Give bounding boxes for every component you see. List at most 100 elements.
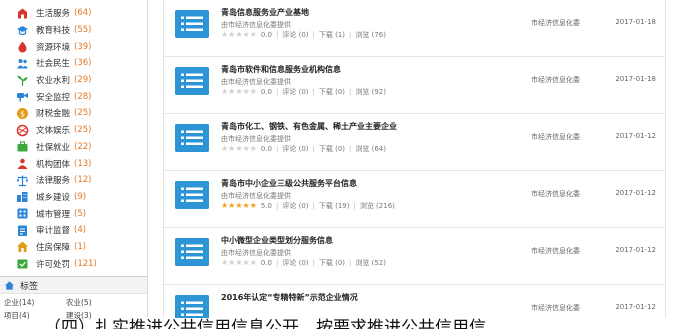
dataset-date: 2017-01-12 [615, 132, 656, 140]
dataset-source: 由市经济信息化委提供 [221, 192, 291, 200]
star-icon: ★ [235, 87, 243, 96]
category-count: (5) [74, 208, 87, 219]
view-count: 浏览 (92) [355, 88, 386, 96]
dataset-thumbnail-icon[interactable] [175, 124, 209, 152]
category-label: 机构团体 [36, 159, 71, 170]
separator: | [312, 88, 315, 96]
dataset-title-link[interactable]: 2016年认定“专精特新”示范企业情况 [221, 292, 358, 303]
dataset-date: 2017-01-12 [615, 303, 656, 311]
dataset-item[interactable]: 青岛市中小企业三级公共服务平台信息 由市经济信息化委提供 ★ ★ ★ ★ ★ 5.0 | 评论 (… [164, 171, 665, 228]
category-item[interactable]: 法律服务 (12) [0, 172, 147, 189]
separator: | [276, 259, 279, 267]
category-count: (13) [74, 158, 92, 169]
dataset-thumbnail-icon[interactable] [175, 238, 209, 266]
dataset-thumbnail-icon[interactable] [175, 181, 209, 209]
dataset-title-link[interactable]: 青岛市化工、钢铁、有色金属、稀土产业主要企业 [221, 121, 397, 132]
category-item[interactable]: $ 财税金融 (25) [0, 105, 147, 122]
category-item[interactable]: 社保就业 (22) [0, 139, 147, 156]
rating-stars: ★ ★ ★ ★ ★ [221, 259, 257, 267]
category-count: (39) [74, 41, 92, 52]
category-item[interactable]: 城乡建设 (9) [0, 189, 147, 206]
dataset-item[interactable]: 中小微型企业类型划分服务信息 由市经济信息化委提供 ★ ★ ★ ★ ★ 0.0 | 评论 (0) |… [164, 228, 665, 285]
category-item[interactable]: 教育科技 (55) [0, 22, 147, 39]
star-icon: ★ [235, 258, 243, 267]
security-icon [16, 90, 29, 103]
category-label: 审计监督 [36, 226, 71, 237]
star-icon: ★ [221, 258, 229, 267]
license-icon [16, 257, 29, 270]
category-label: 许可处罚 [36, 259, 71, 270]
star-icon: ★ [242, 258, 250, 267]
rating-value: 0.0 [260, 31, 272, 39]
category-item[interactable]: 机构团体 (13) [0, 155, 147, 172]
category-item[interactable]: 资源环境 (39) [0, 38, 147, 55]
dataset-item[interactable]: 青岛市化工、钢铁、有色金属、稀土产业主要企业 由市经济信息化委提供 ★ ★ ★ ★ ★ 0.0… [164, 114, 665, 171]
star-icon: ★ [249, 201, 257, 210]
category-count: (25) [74, 125, 92, 136]
dataset-date: 2017-01-18 [615, 75, 656, 83]
dataset-title-link[interactable]: 青岛信息服务业产业基地 [221, 7, 309, 18]
separator: | [312, 259, 315, 267]
category-label: 财税金融 [36, 109, 71, 120]
category-item[interactable]: 安全监控 (28) [0, 88, 147, 105]
dataset-thumbnail-icon[interactable] [175, 67, 209, 95]
dataset-provider: 市经济信息化委 [531, 133, 580, 141]
dataset-title-link[interactable]: 青岛市软件和信息服务业机构信息 [221, 64, 341, 75]
download-count: 下载 (0) [318, 145, 345, 153]
tag-section: 标签 企业(14) 农业(5) 项目(4) 建设(3) [0, 276, 147, 320]
law-icon [16, 174, 29, 187]
star-icon: ★ [228, 87, 236, 96]
dataset-thumbnail-icon[interactable] [175, 295, 209, 318]
category-item[interactable]: 生活服务 (64) [0, 5, 147, 22]
star-icon: ★ [235, 201, 243, 210]
dataset-meta: ★ ★ ★ ★ ★ 0.0 | 评论 (0) | 下载 (1) | 浏览 (76) [221, 30, 386, 40]
star-icon: ★ [242, 30, 250, 39]
category-item[interactable]: 城市管理 (5) [0, 205, 147, 222]
tag-link[interactable]: 农业(5) [66, 297, 128, 308]
category-item[interactable]: 社会民生 (36) [0, 55, 147, 72]
category-item[interactable]: 许可处罚 (121) [0, 255, 147, 272]
dataset-provider: 市经济信息化委 [531, 76, 580, 84]
star-icon: ★ [228, 144, 236, 153]
separator: | [349, 88, 352, 96]
dataset-thumbnail-icon[interactable] [175, 10, 209, 38]
category-item[interactable]: 文体娱乐 (25) [0, 122, 147, 139]
category-item[interactable]: 审计监督 (4) [0, 222, 147, 239]
category-item[interactable]: 住房保障 (1) [0, 239, 147, 256]
society-icon [16, 57, 29, 70]
finance-icon: $ [16, 107, 29, 120]
star-icon: ★ [228, 201, 236, 210]
dataset-item[interactable]: 青岛信息服务业产业基地 由市经济信息化委提供 ★ ★ ★ ★ ★ 0.0 | 评论 (0) | 下载 … [164, 0, 665, 57]
category-item[interactable]: 农业水利 (29) [0, 72, 147, 89]
category-count: (9) [74, 191, 87, 202]
category-list: 生活服务 (64) 教育科技 (55) 资源环境 (39) 社会民生 (36) 农业水利 (29)… [0, 0, 147, 272]
category-label: 安全监控 [36, 92, 71, 103]
comment-count: 评论 (0) [282, 202, 309, 210]
view-count: 浏览 (52) [355, 259, 386, 267]
category-label: 城市管理 [36, 209, 71, 220]
comment-count: 评论 (0) [282, 145, 309, 153]
employment-icon [16, 140, 29, 153]
rating-stars: ★ ★ ★ ★ ★ [221, 145, 257, 153]
dataset-item[interactable]: 2016年认定“专精特新”示范企业情况 市经济信息化委 2017-01-12 [164, 285, 665, 318]
category-label: 城乡建设 [36, 192, 71, 203]
rating-value: 0.0 [260, 88, 272, 96]
dataset-title-link[interactable]: 青岛市中小企业三级公共服务平台信息 [221, 178, 357, 189]
dataset-item[interactable]: 青岛市软件和信息服务业机构信息 由市经济信息化委提供 ★ ★ ★ ★ ★ 0.0 | 评论 (0)… [164, 57, 665, 114]
dataset-source: 由市经济信息化委提供 [221, 21, 291, 29]
category-label: 社保就业 [36, 142, 71, 153]
star-icon: ★ [228, 30, 236, 39]
separator: | [276, 88, 279, 96]
star-icon: ★ [249, 144, 257, 153]
dataset-source: 由市经济信息化委提供 [221, 135, 291, 143]
separator: | [312, 145, 315, 153]
education-icon [16, 24, 29, 37]
dataset-meta: ★ ★ ★ ★ ★ 5.0 | 评论 (0) | 下载 (19) | 浏览 (216) [221, 201, 395, 211]
comment-count: 评论 (0) [282, 31, 309, 39]
dataset-title-link[interactable]: 中小微型企业类型划分服务信息 [221, 235, 333, 246]
dataset-source: 由市经济信息化委提供 [221, 78, 291, 86]
tag-link[interactable]: 企业(14) [4, 297, 66, 308]
section-heading: （四）扎实推进公共信用信息公开，按要求推进公共信用信 [44, 318, 486, 329]
separator: | [349, 259, 352, 267]
star-icon: ★ [228, 258, 236, 267]
